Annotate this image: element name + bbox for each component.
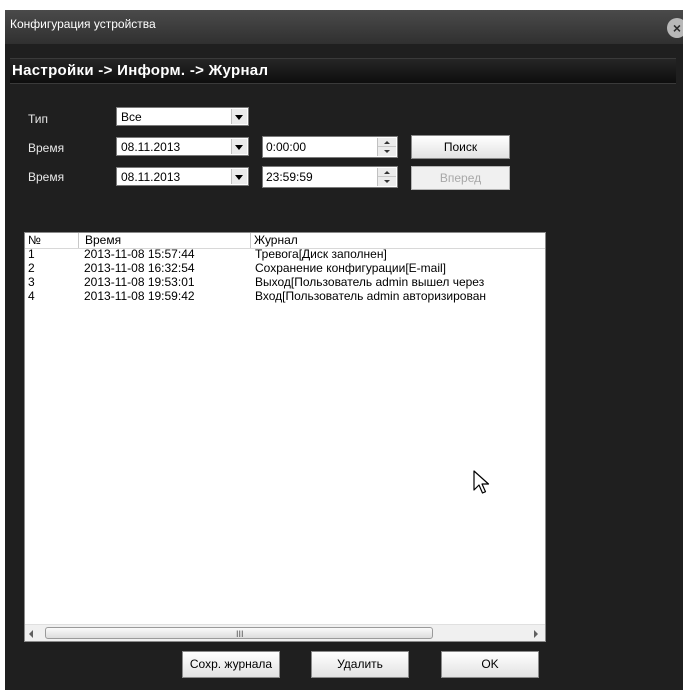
- start-date-picker[interactable]: 08.11.2013: [116, 137, 249, 156]
- row-number: 3: [28, 275, 35, 289]
- type-select[interactable]: Все: [116, 107, 249, 126]
- type-select-value: Все: [121, 110, 142, 124]
- spin-down-icon[interactable]: [378, 177, 396, 186]
- end-time-spin-buttons: [377, 168, 396, 186]
- row-number: 4: [28, 289, 35, 303]
- row-log-text: Выход[Пользователь admin вышел через: [255, 275, 485, 289]
- row-time: 2013-11-08 16:32:54: [84, 261, 195, 275]
- column-header-log[interactable]: Журнал: [251, 233, 545, 248]
- table-row[interactable]: 2 2013-11-08 16:32:54 Сохранение конфигу…: [25, 261, 545, 275]
- log-table[interactable]: № Время Журнал 1 2013-11-08 15:57:44 Тре…: [24, 232, 546, 642]
- row-log-text: Тревога[Диск заполнен]: [255, 247, 387, 261]
- row-log-text: Сохранение конфигурации[E-mail]: [255, 261, 446, 275]
- row-time: 2013-11-08 19:59:42: [84, 289, 195, 303]
- scrollbar-thumb[interactable]: III: [45, 627, 433, 639]
- search-button[interactable]: Поиск: [411, 135, 510, 159]
- scrollbar-grip: III: [236, 629, 244, 639]
- window-title: Конфигурация устройства: [10, 17, 156, 31]
- end-time-spinner[interactable]: 23:59:59: [262, 166, 398, 188]
- row-log-text: Вход[Пользователь admin авторизирован: [255, 289, 486, 303]
- row-number: 1: [28, 247, 35, 261]
- scroll-left-icon[interactable]: [29, 630, 33, 638]
- scroll-right-icon[interactable]: [534, 630, 538, 638]
- row-time: 2013-11-08 15:57:44: [84, 247, 195, 261]
- table-row[interactable]: 3 2013-11-08 19:53:01 Выход[Пользователь…: [25, 275, 545, 289]
- row-number: 2: [28, 261, 35, 275]
- column-header-number[interactable]: №: [25, 233, 79, 248]
- ok-button[interactable]: OK: [441, 651, 539, 678]
- table-row[interactable]: 1 2013-11-08 15:57:44 Тревога[Диск запол…: [25, 247, 545, 261]
- chevron-down-icon[interactable]: [231, 109, 247, 124]
- spin-down-icon[interactable]: [378, 147, 396, 156]
- table-row[interactable]: 4 2013-11-08 19:59:42 Вход[Пользователь …: [25, 289, 545, 303]
- start-time-spinner[interactable]: 0:00:00: [262, 136, 398, 158]
- end-date-value: 08.11.2013: [121, 170, 181, 184]
- breadcrumb: Настройки -> Информ. -> Журнал: [10, 58, 676, 84]
- breadcrumb-path: Настройки -> Информ. -> Журнал: [12, 62, 269, 79]
- title-bar[interactable]: Конфигурация устройства ×: [5, 10, 683, 44]
- save-log-button[interactable]: Сохр. журнала: [182, 651, 280, 678]
- spin-up-icon[interactable]: [378, 138, 396, 147]
- start-time-label: Время: [28, 141, 65, 155]
- start-time-value: 0:00:00: [266, 140, 307, 154]
- end-time-label: Время: [28, 170, 65, 184]
- column-header-time[interactable]: Время: [79, 233, 251, 248]
- horizontal-scrollbar[interactable]: III: [25, 624, 545, 641]
- delete-button[interactable]: Удалить: [311, 651, 409, 678]
- spin-up-icon[interactable]: [378, 168, 396, 177]
- close-icon[interactable]: ×: [667, 18, 683, 38]
- mouse-cursor-icon: [473, 470, 490, 494]
- start-time-spin-buttons: [377, 138, 396, 156]
- row-time: 2013-11-08 19:53:01: [84, 275, 195, 289]
- end-time-value: 23:59:59: [266, 170, 313, 184]
- type-label: Тип: [28, 112, 49, 126]
- next-button[interactable]: Вперед: [411, 166, 510, 190]
- chevron-down-icon[interactable]: [231, 139, 247, 154]
- start-date-value: 08.11.2013: [121, 140, 181, 154]
- config-window: Конфигурация устройства × Настройки -> И…: [5, 10, 683, 690]
- chevron-down-icon[interactable]: [231, 169, 247, 184]
- end-date-picker[interactable]: 08.11.2013: [116, 167, 249, 186]
